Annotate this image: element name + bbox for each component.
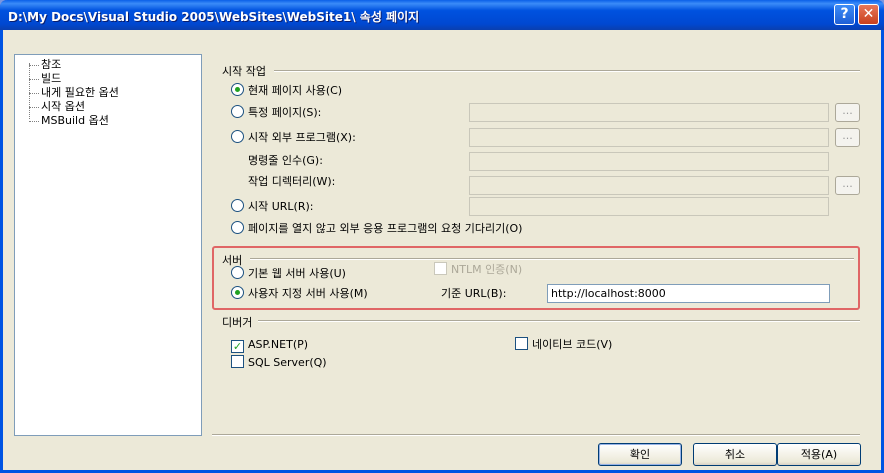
radio-start-url[interactable]: 시작 URL(R): (231, 199, 314, 215)
radio-indicator (231, 83, 244, 96)
footer-separator (212, 434, 860, 436)
radio-wait-request[interactable]: 페이지를 열지 않고 외부 응용 프로그램의 요청 기다리기(O) (231, 221, 522, 237)
browse-dir-button[interactable]: ... (835, 176, 860, 195)
external-program-field[interactable] (469, 128, 829, 147)
tree-item-msbuild[interactable]: MSBuild 옵션 (15, 114, 135, 128)
tree-item-start-options[interactable]: 시작 옵션 (15, 100, 135, 114)
radio-current-page[interactable]: 현재 페이지 사용(C) (231, 83, 342, 99)
ok-button[interactable]: 확인 (598, 443, 682, 466)
server-separator (250, 258, 854, 260)
working-dir-field[interactable] (469, 176, 829, 195)
sql-server-checkbox[interactable]: SQL Server(Q) (231, 355, 327, 371)
checkbox-indicator (434, 262, 447, 275)
ntlm-checkbox[interactable]: NTLM 인증(N) (434, 262, 522, 278)
tree-item-accessibility[interactable]: 내게 필요한 옵션 (15, 86, 135, 100)
cancel-button[interactable]: 취소 (693, 443, 777, 466)
start-action-separator (274, 70, 860, 72)
radio-indicator (231, 105, 244, 118)
window-title: D:\My Docs\Visual Studio 2005\WebSites\W… (8, 10, 420, 24)
checkbox-indicator (515, 337, 528, 350)
radio-indicator (231, 286, 244, 299)
radio-indicator (231, 199, 244, 212)
radio-indicator (231, 130, 244, 143)
settings-tree[interactable]: 참조 빌드 내게 필요한 옵션 시작 옵션 MSBuild 옵션 (14, 54, 202, 436)
radio-indicator (231, 221, 244, 234)
tree-item-build[interactable]: 빌드 (15, 72, 135, 86)
debuggers-separator (258, 320, 860, 322)
debuggers-group-label: 디버거 (222, 316, 253, 329)
base-url-label: 기준 URL(B): (441, 287, 507, 300)
title-bar[interactable]: D:\My Docs\Visual Studio 2005\WebSites\W… (0, 0, 884, 30)
apply-button[interactable]: 적용(A) (777, 443, 861, 466)
start-url-field[interactable] (469, 197, 829, 216)
command-args-field[interactable] (469, 152, 829, 171)
close-button[interactable]: ✕ (858, 4, 879, 25)
radio-specific-page[interactable]: 특정 페이지(S): (231, 105, 321, 121)
checkbox-indicator: ✓ (231, 340, 244, 353)
working-dir-label: 작업 디렉터리(W): (248, 175, 336, 188)
radio-builtin-server[interactable]: 기본 웹 서버 사용(U) (231, 266, 346, 282)
start-action-group-label: 시작 작업 (222, 65, 266, 78)
radio-custom-server[interactable]: 사용자 지정 서버 사용(M) (231, 286, 368, 302)
specific-page-field[interactable] (469, 103, 829, 122)
radio-external-program[interactable]: 시작 외부 프로그램(X): (231, 130, 356, 146)
help-button[interactable]: ? (834, 4, 855, 25)
command-args-label: 명령줄 인수(G): (248, 154, 323, 167)
checkbox-indicator (231, 355, 244, 368)
base-url-input[interactable]: http://localhost:8000 (547, 284, 830, 303)
aspnet-checkbox[interactable]: ✓ ASP.NET(P) (231, 337, 308, 353)
native-code-checkbox[interactable]: 네이티브 코드(V) (515, 337, 612, 353)
browse-page-button[interactable]: ... (835, 103, 860, 122)
radio-indicator (231, 266, 244, 279)
browse-program-button[interactable]: ... (835, 128, 860, 147)
tree-item-references[interactable]: 참조 (15, 58, 135, 72)
